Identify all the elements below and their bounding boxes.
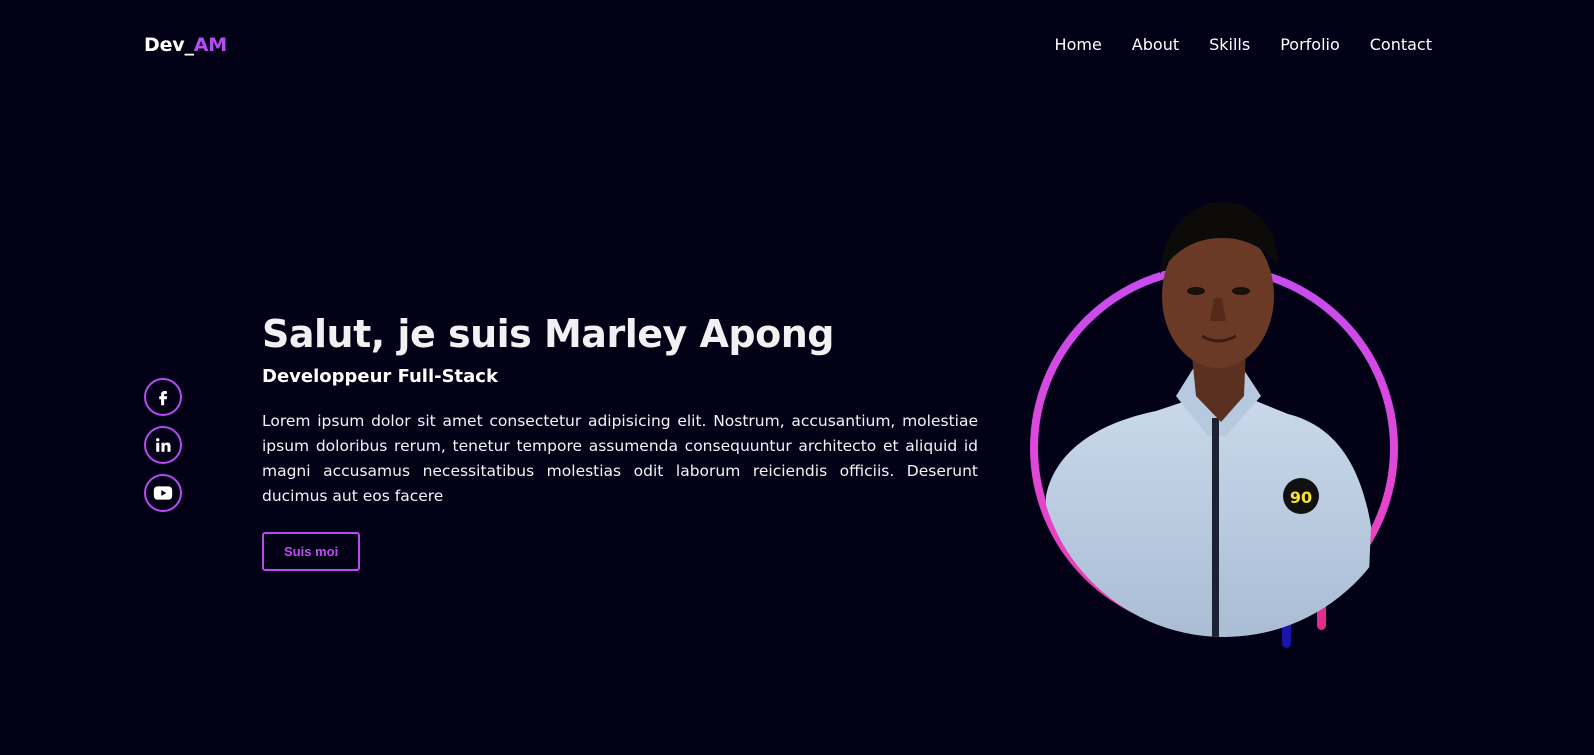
nav-home[interactable]: Home bbox=[1055, 35, 1102, 54]
jacket-badge-text: 90 bbox=[1290, 488, 1312, 507]
nav-about[interactable]: About bbox=[1132, 35, 1179, 54]
youtube-icon bbox=[153, 486, 173, 500]
hero-subtitle: Developpeur Full-Stack bbox=[262, 366, 498, 387]
facebook-link[interactable] bbox=[144, 378, 182, 416]
social-links bbox=[144, 378, 182, 512]
hero-description: Lorem ipsum dolor sit amet consectetur a… bbox=[262, 412, 978, 505]
hero-section: Salut, je suis Marley Apong Developpeur … bbox=[262, 312, 978, 571]
nav-contact[interactable]: Contact bbox=[1370, 35, 1432, 54]
follow-me-button[interactable]: Suis moi bbox=[262, 532, 361, 571]
main-nav: Home About Skills Porfolio Contact bbox=[1055, 35, 1432, 54]
hero-title: Salut, je suis Marley Apong bbox=[262, 312, 834, 356]
profile-portrait: 90 bbox=[1026, 196, 1410, 656]
logo-prefix: Dev_ bbox=[144, 34, 194, 56]
logo-accent: AM bbox=[193, 34, 227, 56]
linkedin-link[interactable] bbox=[144, 426, 182, 464]
facebook-icon bbox=[159, 391, 168, 406]
nav-skills[interactable]: Skills bbox=[1209, 35, 1250, 54]
linkedin-icon bbox=[156, 438, 171, 452]
person-photo: 90 bbox=[1046, 202, 1371, 638]
youtube-link[interactable] bbox=[144, 474, 182, 512]
site-logo[interactable]: Dev_AM bbox=[144, 34, 227, 56]
nav-portfolio[interactable]: Porfolio bbox=[1280, 35, 1340, 54]
